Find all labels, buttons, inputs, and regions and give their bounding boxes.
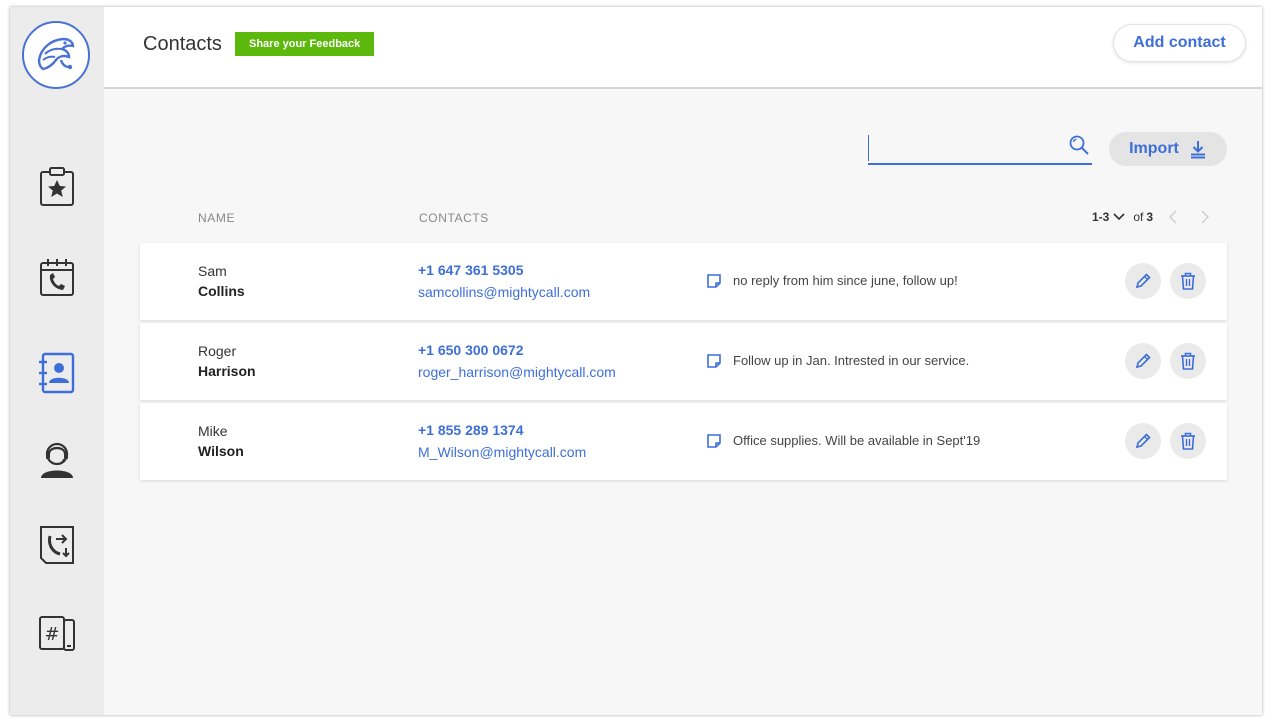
contact-first-name: Sam	[198, 263, 227, 279]
next-page-button[interactable]	[1195, 207, 1215, 227]
table-row: Roger Harrison +1 650 300 0672 roger_har…	[140, 323, 1227, 400]
contact-email-link[interactable]: M_Wilson@mightycall.com	[418, 444, 586, 460]
chevron-left-icon	[1169, 210, 1177, 224]
contact-phone-link[interactable]: +1 855 289 1374	[418, 422, 524, 438]
contact-phone-link[interactable]: +1 647 361 5305	[418, 262, 524, 278]
contact-last-name: Harrison	[198, 363, 256, 379]
sidebar-item-calls[interactable]	[10, 249, 104, 305]
sidebar-item-numbers[interactable]: #	[10, 605, 104, 661]
pencil-icon	[1135, 273, 1151, 289]
contact-email-link[interactable]: roger_harrison@mightycall.com	[418, 364, 616, 380]
contact-last-name: Collins	[198, 283, 245, 299]
mightycall-logo[interactable]	[22, 21, 90, 89]
contact-phone-link[interactable]: +1 650 300 0672	[418, 342, 524, 358]
delete-contact-button[interactable]	[1170, 423, 1206, 459]
pagination-range: 1-3	[1092, 210, 1110, 224]
column-header-name: NAME	[198, 211, 236, 225]
pagination-of-label: of	[1133, 210, 1144, 224]
app-window: # Contacts Share your Feedback Add conta…	[10, 7, 1262, 715]
page-size-dropdown[interactable]	[1109, 207, 1129, 227]
contact-email-link[interactable]: samcollins@mightycall.com	[418, 284, 590, 300]
download-icon	[1190, 141, 1205, 159]
trash-icon	[1181, 272, 1195, 290]
chevron-right-icon	[1201, 210, 1210, 224]
edit-contact-button[interactable]	[1125, 343, 1161, 379]
page-title: Contacts	[143, 33, 222, 55]
agent-headset-icon	[41, 442, 73, 478]
contact-last-name: Wilson	[198, 443, 244, 459]
svg-text:#: #	[44, 624, 59, 645]
contact-first-name: Roger	[198, 343, 237, 359]
pencil-icon	[1135, 433, 1151, 449]
pagination: 1-3 of 3	[1092, 207, 1215, 227]
trash-icon	[1181, 352, 1195, 370]
trash-icon	[1181, 432, 1195, 450]
search-icon[interactable]	[1068, 134, 1090, 156]
contact-note: Follow up in Jan. Intrested in our servi…	[733, 353, 970, 368]
contact-first-name: Mike	[198, 423, 228, 439]
sidebar-item-favorites[interactable]	[10, 159, 104, 215]
hashtag-phone-icon: #	[39, 616, 75, 651]
column-header-contacts: CONTACTS	[419, 211, 489, 225]
table-row: Sam Collins +1 647 361 5305 samcollins@m…	[140, 243, 1227, 320]
delete-contact-button[interactable]	[1170, 263, 1206, 299]
call-transfer-icon	[40, 526, 74, 564]
note-icon	[707, 434, 721, 448]
search-field	[868, 131, 1092, 165]
table-row: Mike Wilson +1 855 289 1374 M_Wilson@mig…	[140, 403, 1227, 480]
logo-icon	[37, 37, 75, 71]
search-input[interactable]	[868, 135, 1058, 161]
prev-page-button[interactable]	[1163, 207, 1183, 227]
sidebar-item-contacts[interactable]	[10, 345, 104, 401]
edit-contact-button[interactable]	[1125, 423, 1161, 459]
share-feedback-button[interactable]: Share your Feedback	[235, 32, 375, 56]
contact-note: no reply from him since june, follow up!	[733, 273, 958, 288]
pencil-icon	[1135, 353, 1151, 369]
calendar-phone-icon	[40, 259, 74, 296]
top-bar: Contacts Share your Feedback Add contact	[104, 7, 1262, 89]
note-icon	[707, 354, 721, 368]
sidebar-item-agents[interactable]	[10, 431, 104, 487]
pagination-total: 3	[1146, 210, 1154, 224]
chevron-down-icon	[1113, 213, 1125, 221]
add-contact-button[interactable]: Add contact	[1113, 24, 1246, 62]
delete-contact-button[interactable]	[1170, 343, 1206, 379]
note-icon	[707, 274, 721, 288]
contact-note: Office supplies. Will be available in Se…	[733, 433, 981, 448]
sidebar: #	[10, 7, 104, 715]
import-label: Import	[1129, 140, 1179, 157]
sidebar-item-routing[interactable]	[10, 517, 104, 573]
address-book-icon	[39, 352, 75, 394]
clipboard-star-icon	[40, 167, 74, 206]
edit-contact-button[interactable]	[1125, 263, 1161, 299]
import-button[interactable]: Import	[1109, 132, 1227, 166]
